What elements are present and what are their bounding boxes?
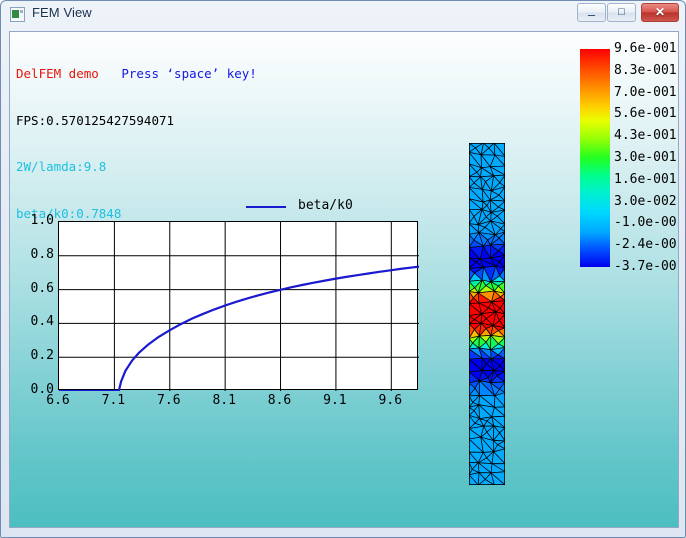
colorbar-tick-label: 1.6e-001 <box>614 171 677 187</box>
x-tick-label: 8.1 <box>212 393 236 408</box>
title-bar[interactable]: FEM View – □ ✕ <box>1 1 685 29</box>
maximize-button[interactable]: □ <box>607 3 636 22</box>
colorbar-tick-label: 9.6e-001 <box>614 41 677 56</box>
field-colorbar <box>580 49 610 267</box>
fem-waveguide-mesh <box>469 143 505 485</box>
app-window-icon <box>10 7 25 22</box>
x-tick-label: 9.6 <box>378 393 403 408</box>
y-tick-label: 1.0 <box>30 213 54 228</box>
y-tick-label: 0.2 <box>30 348 54 364</box>
x-tick-label: 7.1 <box>101 393 126 408</box>
hud-width-ratio: 2W/lamda:9.8 <box>16 159 107 174</box>
mesh-triangles <box>469 143 505 485</box>
y-tick-label: 0.4 <box>30 314 54 330</box>
colorbar-tick-label: 4.3e-001 <box>614 128 677 144</box>
y-tick-label: 0.8 <box>30 246 54 262</box>
colorbar-tick-label: -3.7e-001 <box>614 259 679 274</box>
gl-viewport[interactable]: DelFEM demo Press ‘space’ key! FPS:0.570… <box>9 31 679 528</box>
legend-line-swatch <box>246 206 286 208</box>
close-button[interactable]: ✕ <box>641 3 679 22</box>
y-tick-label: 0.6 <box>30 280 54 296</box>
hud-hint-label: Press ‘space’ key! <box>121 66 257 81</box>
colorbar-tick-labels: 9.6e-001 8.3e-001 7.0e-001 5.6e-001 4.3e-001… <box>614 40 679 280</box>
minimize-button[interactable]: – <box>577 3 606 22</box>
close-icon: ✕ <box>654 5 666 19</box>
hud-line-title: DelFEM demo Press ‘space’ key! <box>16 66 257 82</box>
legend-label: beta/k0 <box>298 198 353 213</box>
colorbar-tick-label: -1.0e-001 <box>614 215 679 231</box>
fem-view-window: FEM View – □ ✕ DelFEM demo Press ‘space’… <box>0 0 686 538</box>
chart-series-beta-k0 <box>59 265 419 391</box>
x-tick-label: 8.6 <box>267 393 292 408</box>
x-axis-ticks: 6.6 7.1 7.6 8.1 8.6 9.1 9.6 <box>46 393 430 413</box>
maximize-icon: □ <box>618 6 625 18</box>
hud-fps: FPS:0.570125427594071 <box>16 112 175 128</box>
minimize-icon: – <box>587 7 596 22</box>
x-tick-label: 7.6 <box>157 393 181 408</box>
colorbar-tick-label: 3.0e-002 <box>614 193 677 209</box>
colorbar-tick-label: 8.3e-001 <box>614 62 677 78</box>
chart-plot-area <box>59 222 419 391</box>
chart-gridlines <box>59 222 419 391</box>
colorbar-tick-label: 5.6e-001 <box>614 106 677 122</box>
hud-gap <box>99 66 122 81</box>
colorbar-tick-label: 3.0e-001 <box>614 150 677 165</box>
x-tick-label: 6.6 <box>46 393 70 408</box>
colorbar-tick-label: 7.0e-001 <box>614 84 677 100</box>
window-title: FEM View <box>32 5 92 20</box>
x-tick-label: 9.1 <box>323 393 347 408</box>
beta-k0-chart <box>58 221 419 391</box>
hud-demo-label: DelFEM demo <box>16 66 99 81</box>
y-axis-ticks: 0.0 0.2 0.4 0.6 0.8 1.0 <box>10 213 54 397</box>
colorbar-tick-label: -2.4e-001 <box>614 237 679 253</box>
